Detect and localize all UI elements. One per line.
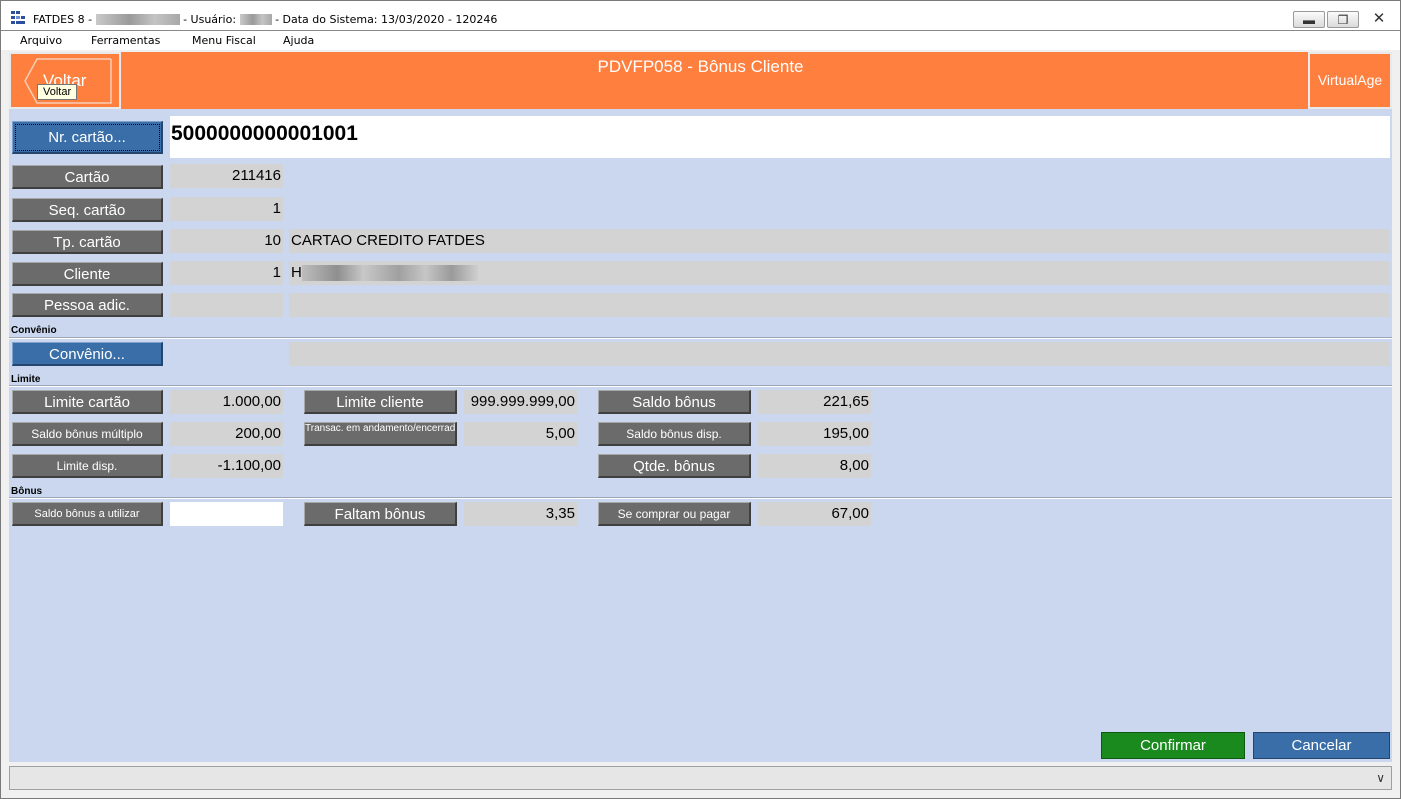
limite-cartao-button[interactable]: Limite cartão xyxy=(12,390,163,414)
saldo-utilizar-button[interactable]: Saldo bônus a utilizar xyxy=(12,502,163,526)
menu-ferramentas[interactable]: Ferramentas xyxy=(91,34,160,47)
nr-cartao-input[interactable]: 5000000000001001 xyxy=(170,116,1390,158)
saldo-bonus-multiplo-button[interactable]: Saldo bônus múltiplo xyxy=(12,422,163,446)
cartao-button[interactable]: Cartão xyxy=(12,165,163,189)
limite-disp-field: -1.100,00 xyxy=(170,454,283,478)
nr-cartao-button[interactable]: Nr. cartão... xyxy=(12,121,163,154)
chevron-down-icon: ∨ xyxy=(1376,771,1385,785)
confirm-button[interactable]: Confirmar xyxy=(1101,732,1245,759)
transac-button[interactable]: Transac. em andamento/encerrada xyxy=(304,422,457,446)
menu-ajuda[interactable]: Ajuda xyxy=(283,34,314,47)
limite-divider xyxy=(9,385,1392,387)
cliente-name-field: H xyxy=(289,261,1390,285)
limite-cliente-field: 999.999.999,00 xyxy=(464,390,577,414)
tp-cartao-code-field: 10 xyxy=(170,229,283,253)
menu-menu-fiscal[interactable]: Menu Fiscal xyxy=(192,34,256,47)
transac-field: 5,00 xyxy=(464,422,577,446)
cartao-field: 211416 xyxy=(170,164,283,188)
cliente-name-prefix: H xyxy=(291,264,302,281)
header-bar: Voltar Voltar PDVFP058 - Bônus Cliente V… xyxy=(9,52,1392,109)
se-comprar-button[interactable]: Se comprar ou pagar xyxy=(598,502,751,526)
app-name: FATDES 8 - xyxy=(33,12,93,26)
cliente-button[interactable]: Cliente xyxy=(12,262,163,286)
bonus-section-label: Bônus xyxy=(11,486,43,497)
convenio-divider xyxy=(9,337,1392,339)
limite-disp-button[interactable]: Limite disp. xyxy=(12,454,163,478)
saldo-bonus-disp-button[interactable]: Saldo bônus disp. xyxy=(598,422,751,446)
system-date: - Data do Sistema: 13/03/2020 - 120246 xyxy=(275,12,498,26)
cliente-code-field: 1 xyxy=(170,261,283,285)
bonus-divider xyxy=(9,497,1392,499)
redacted-client-name xyxy=(301,265,478,282)
redacted-user xyxy=(239,13,272,25)
redacted-company xyxy=(95,13,180,25)
app-grid-icon xyxy=(11,11,25,24)
close-button[interactable]: ✕ xyxy=(1363,11,1395,28)
minimize-icon: ▬ xyxy=(1303,13,1315,27)
limite-cliente-button[interactable]: Limite cliente xyxy=(304,390,457,414)
convenio-button[interactable]: Convênio... xyxy=(12,342,163,366)
minimize-button[interactable]: ▬ xyxy=(1293,11,1325,28)
virtualage-button[interactable]: VirtualAge xyxy=(1308,52,1392,109)
main-panel: Nr. cartão... 5000000000001001 Cartão 21… xyxy=(9,109,1392,762)
window-title: FATDES 8 - - Usuário: - Data do Sistema:… xyxy=(33,12,497,26)
status-dropdown[interactable]: ∨ xyxy=(9,766,1392,790)
seq-cartao-field: 1 xyxy=(170,197,283,221)
close-icon: ✕ xyxy=(1372,10,1386,27)
pessoa-adic-name-field xyxy=(289,293,1390,317)
saldo-bonus-disp-field: 195,00 xyxy=(758,422,871,446)
limite-section-label: Limite xyxy=(11,374,41,385)
page-title: PDVFP058 - Bônus Cliente xyxy=(597,57,804,76)
qtde-bonus-button[interactable]: Qtde. bônus xyxy=(598,454,751,478)
faltam-bonus-button[interactable]: Faltam bônus xyxy=(304,502,457,526)
seq-cartao-button[interactable]: Seq. cartão xyxy=(12,198,163,222)
pessoa-adic-button[interactable]: Pessoa adic. xyxy=(12,293,163,317)
saldo-bonus-field: 221,65 xyxy=(758,390,871,414)
user-label: - Usuário: xyxy=(183,12,237,26)
cancel-button[interactable]: Cancelar xyxy=(1253,732,1390,759)
tp-cartao-button[interactable]: Tp. cartão xyxy=(12,230,163,254)
menu-arquivo[interactable]: Arquivo xyxy=(20,34,62,47)
menu-bar: Arquivo Ferramentas Menu Fiscal Ajuda xyxy=(0,31,1401,50)
title-bar: FATDES 8 - - Usuário: - Data do Sistema:… xyxy=(0,0,1401,31)
qtde-bonus-field: 8,00 xyxy=(758,454,871,478)
saldo-utilizar-input[interactable] xyxy=(170,502,283,526)
restore-button[interactable]: ❒ xyxy=(1327,11,1359,28)
tp-cartao-desc-field: CARTAO CREDITO FATDES xyxy=(289,229,1390,253)
saldo-bonus-button[interactable]: Saldo bônus xyxy=(598,390,751,414)
faltam-bonus-field: 3,35 xyxy=(464,502,577,526)
convenio-section-label: Convênio xyxy=(11,325,57,336)
limite-cartao-field: 1.000,00 xyxy=(170,390,283,414)
back-tooltip: Voltar xyxy=(37,84,78,100)
convenio-field xyxy=(289,342,1390,366)
pessoa-adic-code-field xyxy=(170,293,283,317)
saldo-bonus-multiplo-field: 200,00 xyxy=(170,422,283,446)
restore-icon: ❒ xyxy=(1337,13,1349,27)
se-comprar-field: 67,00 xyxy=(758,502,871,526)
